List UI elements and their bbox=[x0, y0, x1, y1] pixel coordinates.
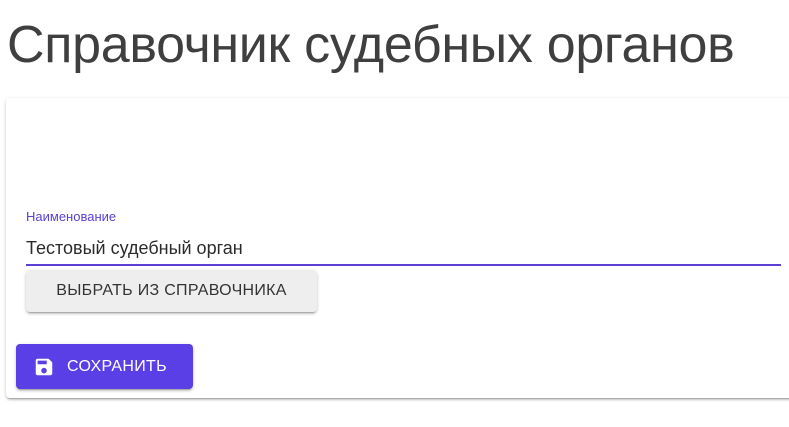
form-card: Наименование ВЫБРАТЬ ИЗ СПРАВОЧНИКА СОХР… bbox=[6, 98, 789, 398]
name-field[interactable]: Наименование bbox=[26, 206, 781, 268]
floppy-disk-icon bbox=[33, 356, 55, 378]
save-button[interactable]: СОХРАНИТЬ bbox=[16, 344, 193, 389]
select-from-directory-button[interactable]: ВЫБРАТЬ ИЗ СПРАВОЧНИКА bbox=[26, 270, 317, 312]
name-input[interactable] bbox=[26, 232, 781, 266]
save-button-label: СОХРАНИТЬ bbox=[67, 357, 167, 375]
name-field-label: Наименование bbox=[26, 209, 117, 224]
page-title: Справочник судебных органов bbox=[7, 16, 735, 74]
